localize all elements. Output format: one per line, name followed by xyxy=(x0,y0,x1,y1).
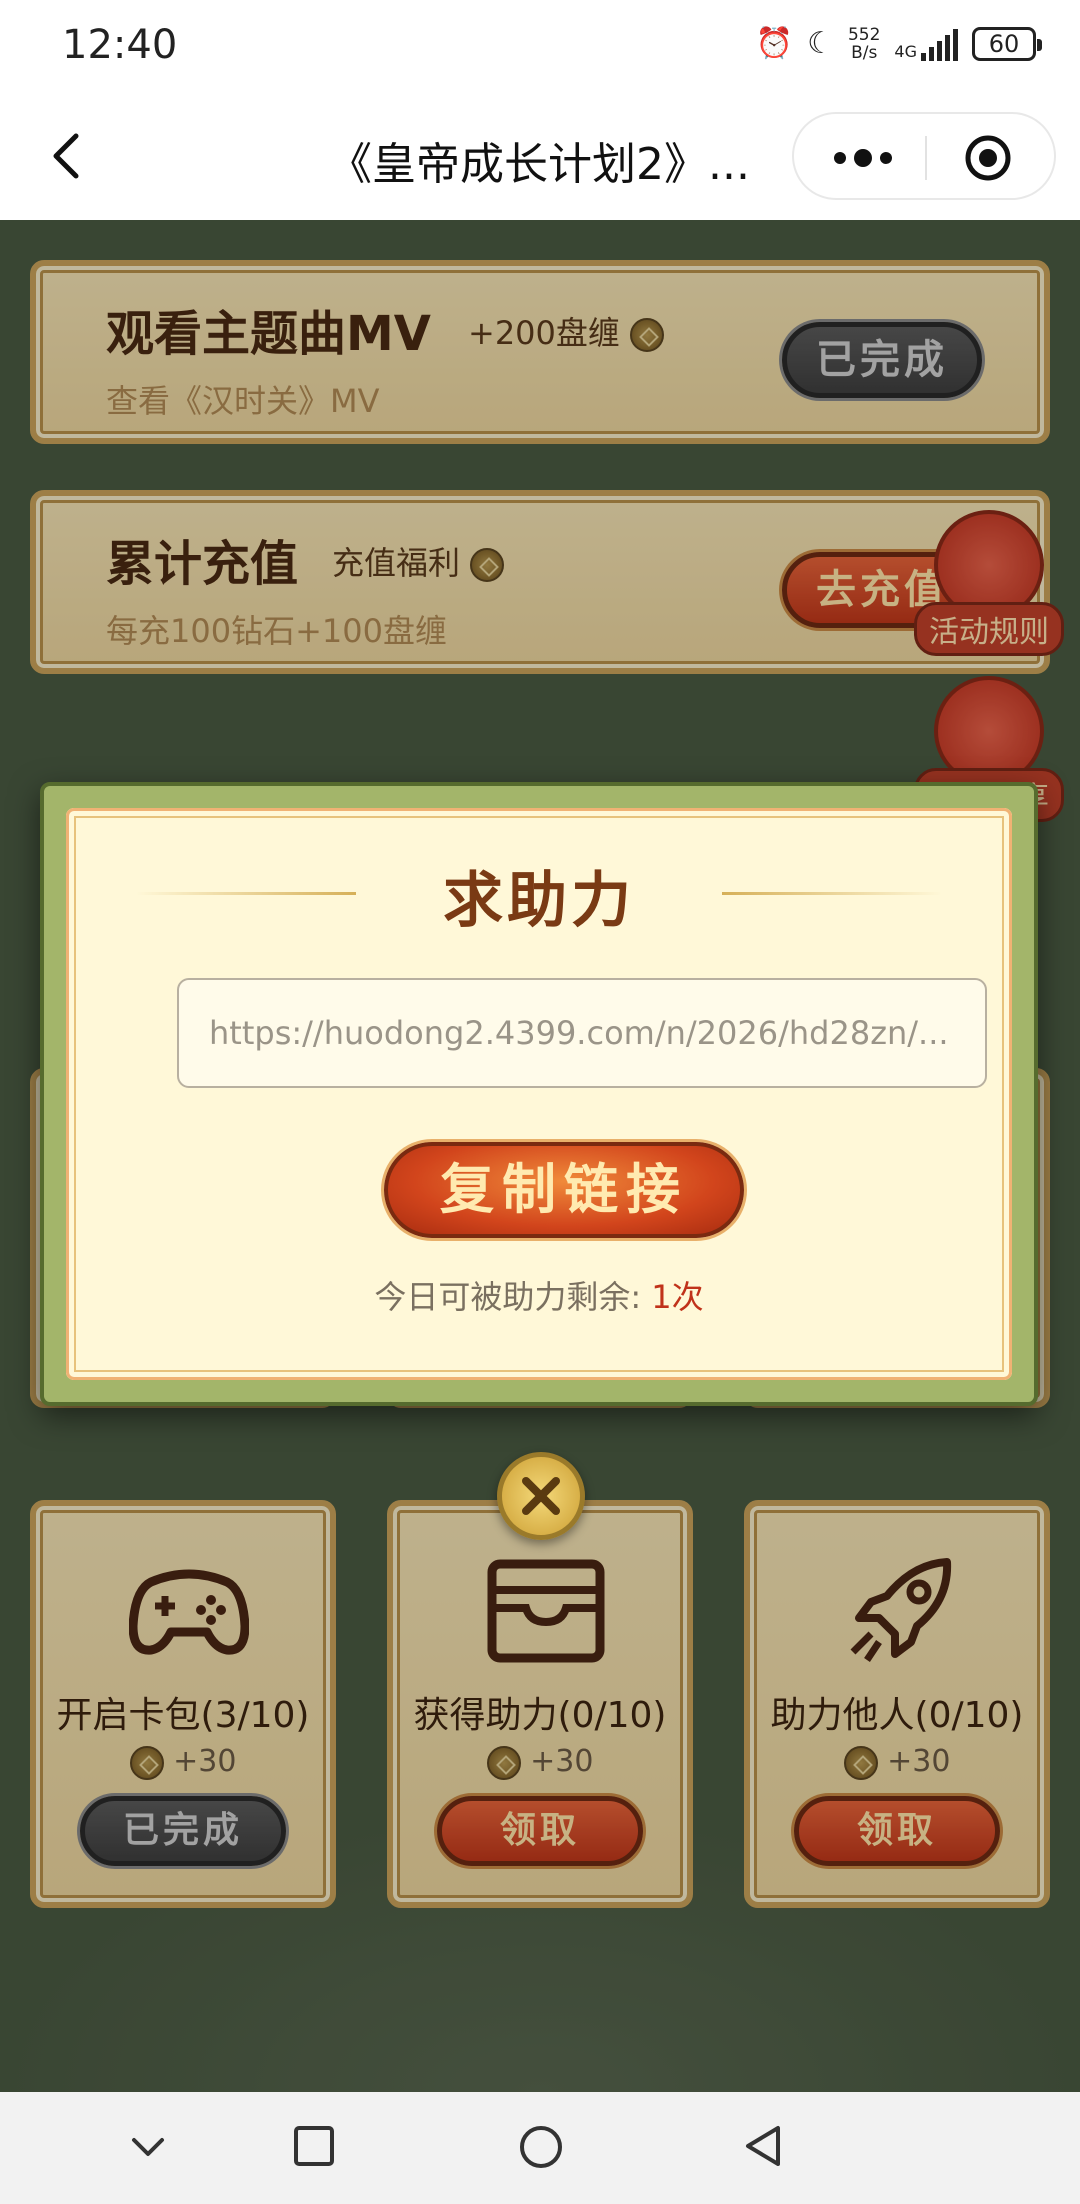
back-icon[interactable] xyxy=(38,126,98,186)
status-bar: 12:40 ⏰ ☾ 552 B/s 4G 60 xyxy=(0,0,1080,96)
net-speed-unit: B/s xyxy=(851,43,878,63)
close-modal-button[interactable] xyxy=(497,1452,585,1540)
status-icons: ⏰ ☾ 552 B/s 4G 60 xyxy=(755,24,1042,64)
close-icon xyxy=(522,1477,560,1515)
modal-body: 求助力 https://huodong2.4399.com/n/2026/hd2… xyxy=(66,808,1012,1380)
circle-icon[interactable] xyxy=(518,2124,564,2170)
mini-program-capsule xyxy=(792,112,1056,200)
remaining-help-text: 今日可被助力剩余: 1次 xyxy=(66,1272,1012,1318)
battery-level: 60 xyxy=(988,30,1020,58)
copy-link-button[interactable]: 复制链接 xyxy=(384,1142,744,1238)
share-link-field[interactable]: https://huodong2.4399.com/n/2026/hd28zn/… xyxy=(177,978,987,1088)
signal-group: 4G xyxy=(894,27,958,61)
net-speed: 552 B/s xyxy=(848,26,880,62)
signal-icon xyxy=(921,27,958,61)
clock: 12:40 xyxy=(62,22,178,68)
modal-title: 求助力 xyxy=(443,866,635,936)
remaining-count: 1次 xyxy=(651,1278,704,1316)
remaining-label: 今日可被助力剩余: xyxy=(374,1278,642,1316)
nav-bar: 《皇帝成长计划2》... xyxy=(0,96,1080,220)
chevron-down-icon[interactable] xyxy=(126,2124,170,2168)
battery-icon: 60 xyxy=(972,27,1042,61)
triangle-back-icon[interactable] xyxy=(742,2124,786,2168)
alarm-icon: ⏰ xyxy=(755,26,794,61)
net-speed-value: 552 xyxy=(847,25,881,45)
more-icon[interactable] xyxy=(828,142,898,174)
moon-icon: ☾ xyxy=(807,26,834,61)
network-type: 4G xyxy=(894,42,917,61)
capsule-divider xyxy=(925,136,927,180)
target-icon[interactable] xyxy=(964,134,1012,182)
system-nav-bar xyxy=(0,2092,1080,2204)
square-icon[interactable] xyxy=(292,2124,336,2168)
help-request-modal: 求助力 https://huodong2.4399.com/n/2026/hd2… xyxy=(40,782,1038,1406)
page-title: 《皇帝成长计划2》... xyxy=(328,139,750,190)
